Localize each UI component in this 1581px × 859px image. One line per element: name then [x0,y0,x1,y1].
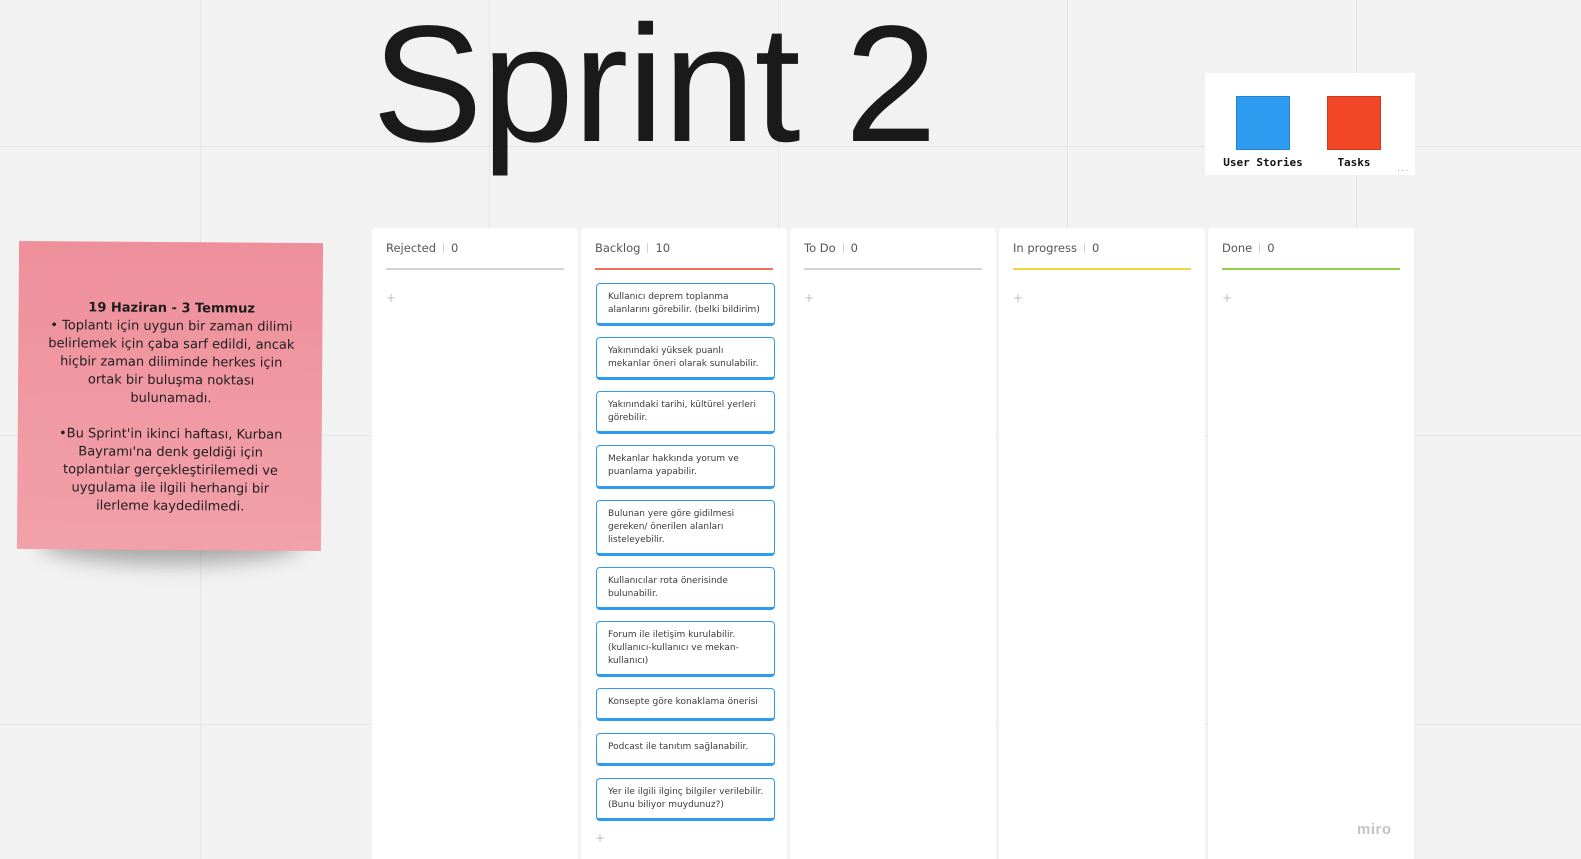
column-count: 0 [850,241,858,255]
legend-item-user-stories[interactable]: User Stories [1218,96,1308,169]
column-count: 0 [1267,241,1275,255]
column-title: Rejected [386,241,437,255]
column-separator [1083,243,1085,253]
legend-more-icon: ... [1396,165,1409,173]
column-title: Backlog [595,241,641,255]
column-header-rejected[interactable]: Rejected 0 [386,241,564,268]
board-title[interactable]: Sprint 2 [372,2,937,168]
column-title: In progress [1013,241,1077,255]
card[interactable]: Forum ile iletişim kurulabilir. (kullanı… [596,621,775,677]
column-header-backlog[interactable]: Backlog 10 [595,241,773,268]
user-stories-swatch [1236,96,1290,150]
column-separator [647,243,649,253]
column-header-to-do[interactable]: To Do 0 [804,241,982,268]
add-card-icon[interactable]: + [804,292,814,304]
column-separator [443,243,445,253]
legend-frame[interactable]: User Stories Tasks ... [1205,73,1415,175]
column-in-progress[interactable]: In progress 0 + [999,228,1205,859]
sticky-note-heading: 19 Haziran - 3 Temmuz [88,300,255,317]
column-backlog[interactable]: Backlog 10 Kullanıcı deprem toplanma alan… [581,228,787,859]
sticky-note-paragraph-1: • Toplantı için uygun bir zaman dilimi b… [48,318,295,407]
card[interactable]: Konsepte göre konaklama önerisi [596,688,775,721]
column-title: Done [1222,241,1253,255]
card[interactable]: Mekanlar hakkında yorum ve puanlama yapa… [596,445,775,489]
miro-logo: miro [1357,821,1392,838]
kanban-board[interactable]: Rejected 0 + Backlog 10 Kullanıcı deprem t… [372,228,1416,859]
column-accent-line [1013,268,1191,270]
column-header-in-progress[interactable]: In progress 0 [1013,241,1191,268]
add-card-icon[interactable]: + [386,292,396,304]
card[interactable]: Yakınındaki tarihi, kültürel yerleri gör… [596,391,775,434]
sticky-note-paragraph-2: •Bu Sprint'in ikinci haftası, Kurban Bay… [58,426,283,515]
card[interactable]: Bulunan yere göre gidilmesi gereken/ öne… [596,500,775,556]
card[interactable]: Podcast ile tanıtım sağlanabilir. [596,733,775,766]
column-separator [1259,243,1261,253]
column-header-done[interactable]: Done 0 [1222,241,1400,268]
column-count: 0 [1091,241,1100,255]
column-accent-line [1222,268,1400,270]
column-done[interactable]: Done 0 + [1208,228,1414,859]
add-card-icon[interactable]: + [1222,292,1232,304]
legend-item-tasks[interactable]: Tasks [1309,96,1399,169]
column-separator [842,243,844,253]
column-to-do[interactable]: To Do 0 + [790,228,996,859]
legend-label-user-stories: User Stories [1223,156,1303,169]
sticky-note[interactable]: 19 Haziran - 3 Temmuz • Toplantı için uy… [16,240,324,552]
column-rejected[interactable]: Rejected 0 + [372,228,578,859]
column-count: 10 [655,241,671,255]
card[interactable]: Yer ile ilgili ilginç bilgiler verilebil… [596,778,775,821]
add-card-icon[interactable]: + [1013,292,1023,304]
legend-label-tasks: Tasks [1337,156,1371,169]
card[interactable]: Kullanıcılar rota önerisinde bulunabilir… [596,567,775,610]
column-accent-line [804,268,982,270]
column-accent-line [386,268,564,270]
card[interactable]: Kullanıcı deprem toplanma alanlarını gör… [596,283,775,326]
card[interactable]: Yakınındaki yüksek puanlı mekanlar öneri… [596,337,775,380]
tasks-swatch [1327,96,1381,150]
column-accent-line [595,268,773,270]
column-count: 0 [451,241,459,255]
column-title: To Do [804,241,836,255]
add-card-icon[interactable]: + [595,832,605,844]
